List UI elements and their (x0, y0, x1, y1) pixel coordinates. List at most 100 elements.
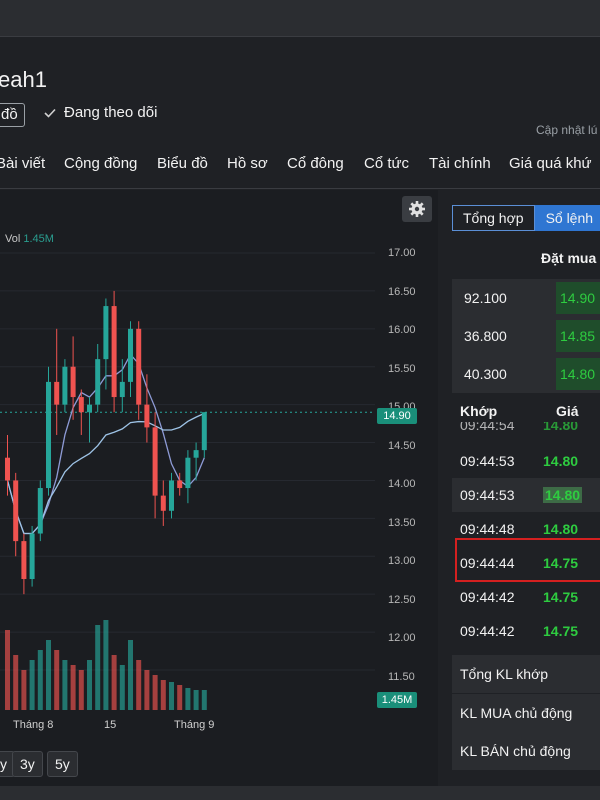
active-buy-label: KL MUA chủ động (460, 705, 573, 721)
volume-bar (70, 665, 76, 710)
volume-bar (119, 665, 125, 710)
highlight-box (455, 538, 600, 582)
summary-row: KL MUA chủ động (452, 694, 600, 732)
trade-price: 14.75 (543, 623, 579, 639)
chart-button[interactable]: đồ (0, 103, 25, 127)
tab-profile[interactable]: Hồ sơ (227, 155, 268, 172)
trade-price: 14.80 (543, 487, 583, 503)
volume-bar (136, 660, 142, 710)
price-axis-label: 14.50 (388, 440, 416, 452)
page-title: eah1 (0, 67, 47, 92)
chart-panel[interactable] (0, 190, 438, 786)
follow-label: Đang theo dõi (64, 104, 158, 121)
range-5y-button[interactable]: 5y (47, 751, 78, 777)
candle-body (136, 328, 142, 405)
x-axis-label: Tháng 9 (174, 719, 215, 731)
candle-body (128, 328, 133, 382)
trade-time: 09:44:48 (460, 521, 515, 537)
volume-bar (13, 655, 19, 710)
trade-price: 14.80 (543, 521, 579, 537)
summary-row: KL BÁN chủ động (452, 732, 600, 770)
price-axis-label: 16.00 (388, 324, 416, 336)
candle-body (13, 480, 19, 542)
volume-bar (37, 650, 43, 710)
tab-community[interactable]: Cộng đồng (64, 155, 137, 172)
candle-body (87, 404, 92, 413)
bid-qty: 92.100 (464, 290, 507, 306)
volume-bar (87, 660, 92, 710)
candle-body (54, 381, 60, 405)
candle-body (177, 480, 183, 489)
candle-body (152, 427, 158, 496)
price-axis-label: 12.50 (388, 594, 416, 606)
candle-body (111, 306, 117, 398)
x-axis-label: Tháng 8 (13, 719, 54, 731)
gear-icon (409, 201, 425, 217)
tab-posts[interactable]: Bài viết (0, 155, 45, 172)
price-chart[interactable] (0, 190, 438, 786)
volume-bar (144, 670, 150, 710)
tab-summary[interactable]: Tổng hợp (452, 205, 535, 231)
bid-row: 92.100 14.90 (452, 279, 600, 317)
candle-body (103, 306, 109, 360)
tab-dividends[interactable]: Cổ tức (364, 155, 409, 172)
candle-body (193, 450, 199, 458)
trade-header-price: Giá (556, 403, 579, 419)
candle-body (37, 488, 43, 534)
trade-time: 09:44:42 (460, 623, 515, 639)
top-bar (0, 0, 600, 37)
volume-value: 1.45M (23, 233, 54, 245)
trade-time: 09:44:53 (460, 487, 515, 503)
trade-header: Khớp Giá (452, 398, 600, 422)
volume-prefix: Vol (5, 233, 21, 245)
bid-row: 40.300 14.80 (452, 355, 600, 393)
tab-shareholders[interactable]: Cổ đông (287, 155, 344, 172)
ma-long-line (6, 412, 205, 535)
volume-bar (78, 670, 84, 710)
active-sell-label: KL BÁN chủ động (460, 743, 571, 759)
check-icon (44, 108, 56, 118)
candle-body (144, 404, 150, 428)
volume-bar (54, 650, 60, 710)
trade-price: 14.80 (543, 453, 579, 469)
bid-price: 14.80 (556, 358, 600, 390)
volume-bar (185, 688, 191, 710)
volume-bar (152, 675, 158, 710)
price-axis-label: 12.00 (388, 632, 416, 644)
candle-body (169, 480, 174, 511)
trade-price: 14.75 (543, 589, 579, 605)
bid-qty: 40.300 (464, 366, 507, 382)
current-price-badge: 14.90 (377, 408, 417, 424)
price-axis-label: 16.50 (388, 286, 416, 298)
tab-price-history[interactable]: Giá quá khứ (509, 155, 592, 172)
volume-bar (62, 660, 68, 710)
tab-financials[interactable]: Tài chính (429, 155, 491, 172)
tab-chart[interactable]: Biểu đồ (157, 155, 208, 172)
trade-time: 09:44:42 (460, 589, 515, 605)
candle-body (70, 366, 76, 398)
price-axis-label: 13.50 (388, 517, 416, 529)
candle-body (29, 533, 35, 580)
price-axis-label: 15.50 (388, 363, 416, 375)
current-volume-badge: 1.45M (377, 692, 417, 708)
trade-row: 09:44:53 14.80 (452, 478, 600, 512)
summary-row: Tổng KL khớp (452, 655, 600, 693)
chart-settings-button[interactable] (402, 196, 432, 222)
price-axis-label: 13.00 (388, 555, 416, 567)
bottom-bar (0, 786, 600, 800)
tab-order-book[interactable]: Sổ lệnh (534, 205, 600, 231)
volume-bar (103, 620, 109, 710)
trade-row: 09:44:53 14.80 (452, 444, 600, 478)
candle-body (119, 381, 125, 398)
range-3y-button[interactable]: 3y (12, 751, 43, 777)
volume-bar (201, 690, 207, 710)
bid-qty: 36.800 (464, 328, 507, 344)
volume-bar (29, 660, 35, 710)
volume-bar (46, 640, 51, 710)
candle-body (5, 457, 10, 481)
trade-header-time: Khớp (460, 403, 498, 419)
order-tabs: Tổng hợp Sổ lệnh (452, 205, 600, 231)
bid-price: 14.85 (556, 320, 600, 352)
tab-nav: Bài viết Cộng đồng Biểu đồ Hồ sơ Cổ đông… (0, 147, 600, 189)
follow-button[interactable]: Đang theo dõi (44, 104, 157, 121)
